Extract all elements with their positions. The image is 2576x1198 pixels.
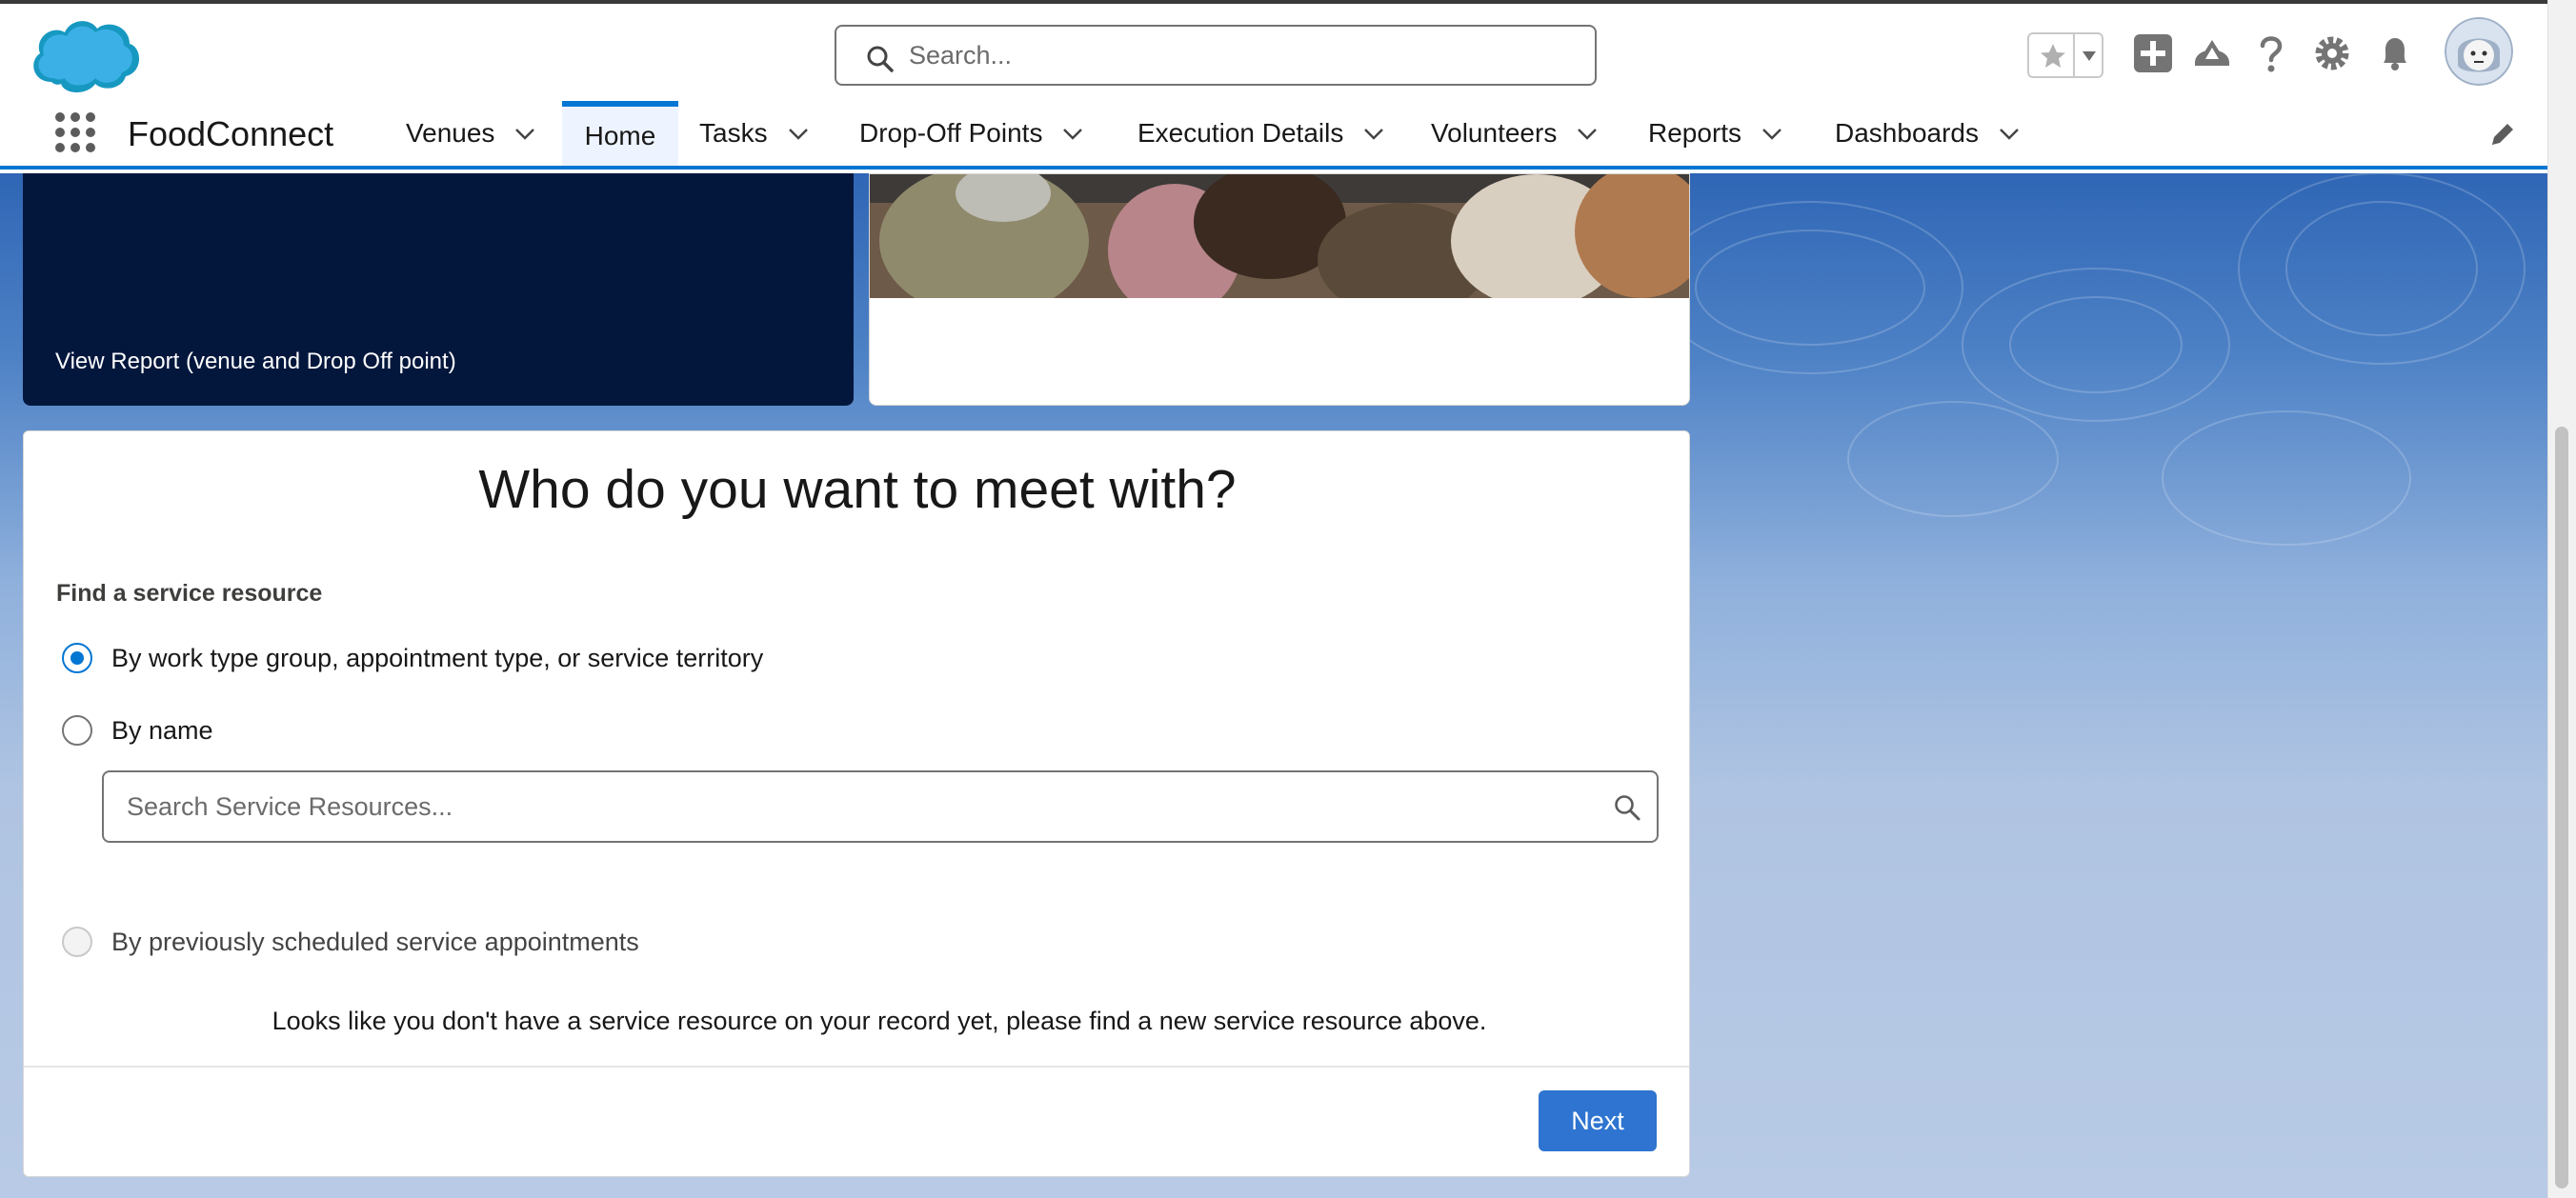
option-label: By name: [111, 715, 213, 745]
nav-item-venues[interactable]: Venues: [406, 101, 536, 166]
chevron-down-icon[interactable]: [513, 122, 536, 145]
nav-item-dashboards[interactable]: Dashboards: [1835, 101, 2021, 166]
radio-button: [62, 927, 92, 957]
nav-item-tasks[interactable]: Tasks: [699, 101, 810, 166]
flow-title: Who do you want to meet with?: [478, 459, 1237, 520]
chevron-down-icon[interactable]: [1362, 122, 1385, 145]
global-search-box[interactable]: [835, 25, 1597, 86]
appointment-flow-card: Who do you want to meet with? Find a ser…: [23, 430, 1690, 1177]
option-by-previous-appointments: By previously scheduled service appointm…: [62, 927, 639, 957]
nav-item-label: Tasks: [699, 118, 768, 148]
global-header: [0, 0, 2547, 101]
edit-pencil-icon[interactable]: [2488, 120, 2517, 149]
nav-item-label: Reports: [1648, 118, 1742, 148]
chevron-down-icon[interactable]: [1761, 122, 1783, 145]
radio-button[interactable]: [62, 643, 92, 673]
salesforce-cloud-logo[interactable]: [27, 15, 143, 97]
option-label: By previously scheduled service appointm…: [111, 927, 639, 956]
nav-item-drop-off-points[interactable]: Drop-Off Points: [859, 101, 1084, 166]
favorites-star-icon[interactable]: [2039, 42, 2067, 70]
scrollbar-thumb[interactable]: [2555, 427, 2568, 1188]
gear-icon[interactable]: [2311, 32, 2353, 74]
divider: [2073, 34, 2075, 76]
no-resource-notice: Looks like you don't have a service reso…: [272, 1007, 1487, 1035]
add-icon[interactable]: [2132, 32, 2174, 74]
chevron-down-icon[interactable]: [787, 122, 810, 145]
nav-item-volunteers[interactable]: Volunteers: [1431, 101, 1599, 166]
nav-item-label: Execution Details: [1137, 118, 1344, 148]
option-by-name[interactable]: By name: [62, 715, 213, 746]
global-search-input[interactable]: [909, 34, 1576, 76]
image-card: [869, 173, 1690, 406]
nav-item-label: Volunteers: [1431, 118, 1558, 148]
chevron-down-icon[interactable]: [2081, 50, 2098, 63]
app-navigation-bar: FoodConnect Venues Home Tasks Drop-Off P…: [0, 101, 2547, 170]
divider: [24, 1066, 1689, 1068]
nav-item-label: Venues: [406, 118, 495, 148]
app-launcher-icon[interactable]: [53, 110, 97, 154]
option-label: By work type group, appointment type, or…: [111, 643, 764, 672]
chevron-down-icon[interactable]: [1998, 122, 2021, 145]
notifications-bell-icon[interactable]: [2374, 32, 2416, 74]
trailhead-icon[interactable]: [2191, 32, 2233, 74]
user-avatar[interactable]: [2445, 17, 2513, 86]
chevron-down-icon[interactable]: [1576, 122, 1599, 145]
nav-item-label: Drop-Off Points: [859, 118, 1043, 148]
favorites-button-group: [2027, 32, 2103, 78]
search-icon[interactable]: [1613, 793, 1641, 822]
chevron-down-icon[interactable]: [1061, 122, 1084, 145]
nav-item-reports[interactable]: Reports: [1648, 101, 1783, 166]
nav-item-execution-details[interactable]: Execution Details: [1137, 101, 1385, 166]
nav-item-label: Dashboards: [1835, 118, 1979, 148]
option-by-work-type[interactable]: By work type group, appointment type, or…: [62, 643, 763, 673]
search-icon: [867, 46, 894, 72]
report-card: View Report (venue and Drop Off point): [23, 173, 854, 406]
view-report-link[interactable]: View Report (venue and Drop Off point): [55, 349, 456, 375]
help-icon[interactable]: [2250, 32, 2292, 74]
volunteers-photo: [870, 174, 1689, 298]
nav-item-label: Home: [584, 121, 656, 150]
section-label: Find a service resource: [56, 580, 323, 607]
service-resource-search-input[interactable]: [127, 786, 1594, 828]
app-name: FoodConnect: [128, 114, 334, 153]
next-button[interactable]: Next: [1539, 1090, 1657, 1151]
radio-button[interactable]: [62, 715, 92, 746]
service-resource-search[interactable]: [102, 770, 1659, 843]
nav-item-home[interactable]: Home: [562, 101, 678, 166]
